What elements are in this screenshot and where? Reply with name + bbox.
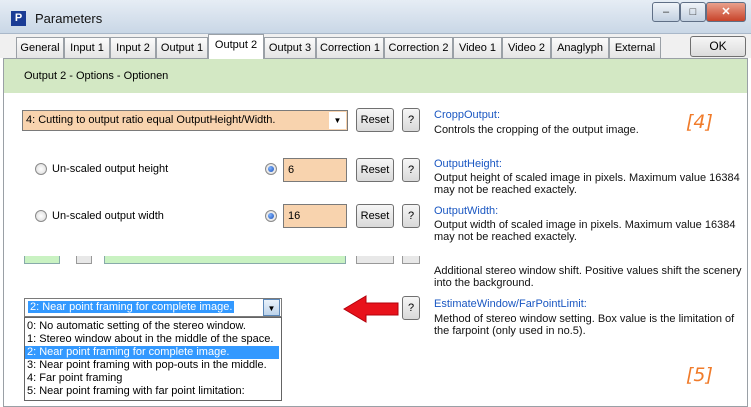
- width-param-desc-1: Output width of scaled image in pixels. …: [434, 219, 736, 231]
- chevron-down-icon[interactable]: ▼: [263, 299, 280, 316]
- unscaled-width-label: Un-scaled output width: [52, 210, 164, 222]
- unscaled-height-radio[interactable]: [35, 163, 47, 175]
- output-width-input[interactable]: 16: [283, 204, 347, 228]
- dropdown-option[interactable]: 0: No automatic setting of the stereo wi…: [25, 320, 279, 333]
- tab-correction-2[interactable]: Correction 2: [384, 37, 453, 58]
- red-arrow-icon: [343, 295, 399, 323]
- dropdown-option[interactable]: 4: Far point framing: [25, 372, 279, 385]
- dropdown-option[interactable]: 3: Near point framing with pop-outs in t…: [25, 359, 279, 372]
- close-button[interactable]: ✕: [706, 2, 746, 22]
- window-title: Parameters: [35, 11, 103, 26]
- chevron-down-icon[interactable]: ▼: [329, 112, 346, 129]
- shift-value-field[interactable]: [24, 256, 60, 264]
- crop-help-button[interactable]: ?: [402, 108, 420, 132]
- height-reset-button[interactable]: Reset: [356, 158, 394, 182]
- estimate-help-button[interactable]: ?: [402, 296, 420, 320]
- tab-general[interactable]: General: [16, 37, 64, 58]
- estimate-param-desc-2: the farpoint (only used in no.5).: [434, 325, 586, 337]
- width-help-button[interactable]: ?: [402, 204, 420, 228]
- crop-output-value: 4: Cutting to output ratio equal OutputH…: [26, 114, 276, 126]
- estimate-window-value: 2: Near point framing for complete image…: [28, 301, 235, 313]
- crop-param-desc: Controls the cropping of the output imag…: [434, 124, 639, 136]
- crop-reset-button[interactable]: Reset: [356, 108, 394, 132]
- estimate-window-select[interactable]: 2: Near point framing for complete image…: [24, 298, 282, 317]
- shift-reset-button[interactable]: [356, 256, 394, 264]
- shift-mode-select[interactable]: [104, 256, 346, 264]
- tab-anaglyph[interactable]: Anaglyph: [551, 37, 609, 58]
- ok-button[interactable]: OK: [690, 36, 746, 57]
- crop-output-select[interactable]: 4: Cutting to output ratio equal OutputH…: [22, 110, 348, 131]
- unscaled-width-radio[interactable]: [35, 210, 47, 222]
- scaled-width-radio[interactable]: [265, 210, 277, 222]
- width-reset-button[interactable]: Reset: [356, 204, 394, 228]
- crop-param-title: CroppOutput:: [434, 109, 501, 121]
- scaled-height-radio[interactable]: [265, 163, 277, 175]
- shift-param-desc-2: into the background.: [434, 277, 534, 289]
- estimate-param-title: EstimateWindow/FarPointLimit:: [434, 298, 587, 310]
- estimate-param-desc-1: Method of stereo window setting. Box val…: [434, 313, 735, 325]
- section-header: Output 2 - Options - Optionen: [4, 59, 747, 93]
- shift-param-desc-1: Additional stereo window shift. Positive…: [434, 265, 742, 277]
- tab-video-1[interactable]: Video 1: [453, 37, 502, 58]
- shift-spin-button[interactable]: [76, 256, 92, 264]
- tab-correction-1[interactable]: Correction 1: [316, 37, 384, 58]
- unscaled-height-label: Un-scaled output height: [52, 163, 169, 175]
- width-param-title: OutputWidth:: [434, 205, 499, 217]
- tab-video-2[interactable]: Video 2: [502, 37, 551, 58]
- height-param-title: OutputHeight:: [434, 158, 502, 170]
- shift-help-button[interactable]: [402, 256, 420, 264]
- tab-input-1[interactable]: Input 1: [64, 37, 110, 58]
- app-icon: P: [11, 11, 26, 26]
- dropdown-option[interactable]: 5: Near point framing with far point lim…: [25, 385, 279, 398]
- tab-output-3[interactable]: Output 3: [264, 37, 316, 58]
- tab-input-2[interactable]: Input 2: [110, 37, 156, 58]
- tab-output-2[interactable]: Output 2: [208, 34, 264, 59]
- height-help-button[interactable]: ?: [402, 158, 420, 182]
- maximize-button[interactable]: □: [680, 2, 706, 22]
- dropdown-option[interactable]: 1: Stereo window about in the middle of …: [25, 333, 279, 346]
- width-param-desc-2: may not be reached exactely.: [434, 231, 577, 243]
- dropdown-option-selected[interactable]: 2: Near point framing for complete image…: [25, 346, 279, 359]
- marker-label-bottom: [5]: [686, 364, 713, 386]
- title-bar: [0, 0, 751, 34]
- marker-label-top: [4]: [686, 111, 713, 133]
- minimize-button[interactable]: –: [652, 2, 680, 22]
- height-param-desc-2: may not be reached exactely.: [434, 184, 577, 196]
- height-param-desc-1: Output height of scaled image in pixels.…: [434, 172, 740, 184]
- tab-external[interactable]: External: [609, 37, 661, 58]
- tab-output-1[interactable]: Output 1: [156, 37, 208, 58]
- output-height-input[interactable]: 6: [283, 158, 347, 182]
